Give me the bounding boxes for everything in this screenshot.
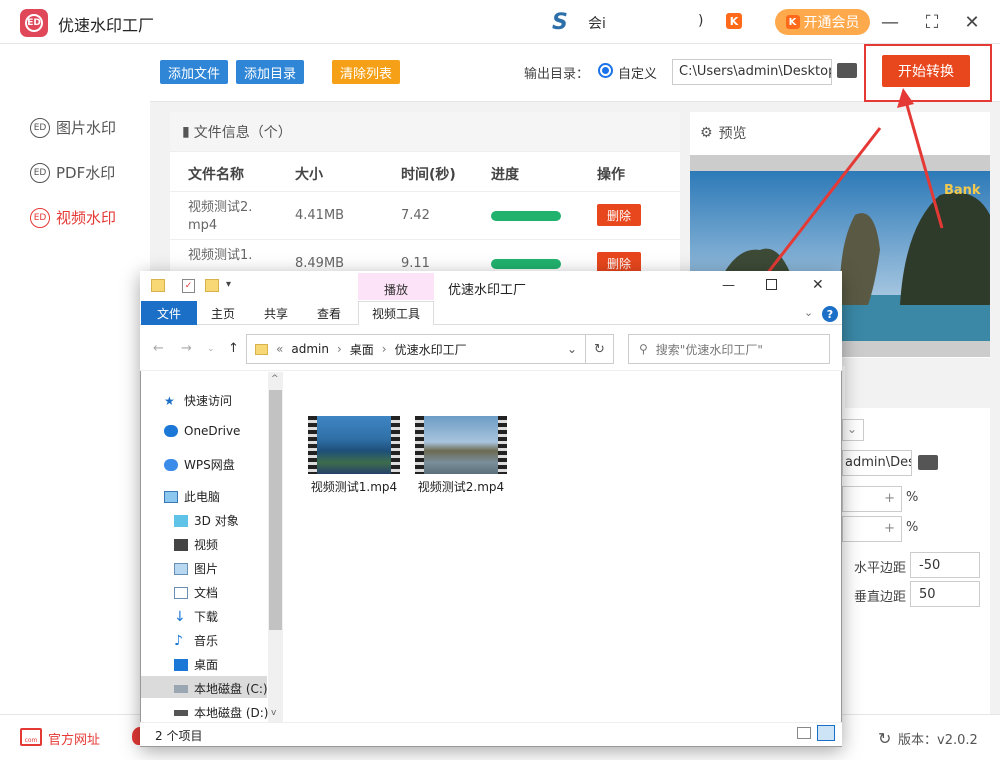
nav-local-disk-c[interactable]: 本地磁盘 (C:) xyxy=(174,680,268,697)
search-input[interactable]: ⚲ 搜索"优速水印工厂" xyxy=(628,334,830,364)
download-arrow-icon: ↓ xyxy=(174,608,186,625)
cloud-icon xyxy=(164,458,178,471)
drive-icon xyxy=(174,709,188,716)
nav-documents[interactable]: 文档 xyxy=(174,584,218,601)
explorer-close-button[interactable]: ✕ xyxy=(812,277,824,293)
nav-videos[interactable]: 视频 xyxy=(174,536,218,553)
nav-wps-drive[interactable]: WPS网盘 xyxy=(164,456,235,473)
nav-music[interactable]: ♪ 音乐 xyxy=(174,632,218,649)
file-name-video2[interactable]: 视频测试2.mp4 xyxy=(406,478,516,495)
large-icons-view-icon[interactable] xyxy=(817,725,835,741)
scroll-down-icon[interactable]: v xyxy=(271,708,276,718)
nav-label: 快速访问 xyxy=(184,394,233,408)
tab-file[interactable]: 文件 xyxy=(141,301,197,325)
document-icon xyxy=(174,586,188,599)
desktop-icon xyxy=(174,658,188,671)
nav-label: 桌面 xyxy=(194,658,219,672)
context-tab-play[interactable]: 播放 xyxy=(384,281,408,298)
back-arrow-icon[interactable]: ← xyxy=(153,341,164,356)
nav-desktop[interactable]: 桌面 xyxy=(174,656,218,673)
nav-this-pc[interactable]: 此电脑 xyxy=(164,488,220,505)
chevron-right-icon: › xyxy=(381,342,387,356)
new-folder-icon[interactable] xyxy=(205,279,219,292)
refresh-button[interactable]: ↻ xyxy=(586,334,614,364)
nav-onedrive[interactable]: OneDrive xyxy=(164,424,240,438)
nav-pictures[interactable]: 图片 xyxy=(174,560,218,577)
nav-label: WPS网盘 xyxy=(184,458,235,472)
nav-local-disk-d[interactable]: 本地磁盘 (D:) xyxy=(174,704,268,721)
chevron-down-icon[interactable]: ⌄ xyxy=(567,342,577,356)
nav-label: 音乐 xyxy=(194,634,219,648)
quick-access-dropdown-icon[interactable]: ▾ xyxy=(226,279,231,290)
ribbon-expand-icon[interactable]: ⌄ xyxy=(804,306,813,319)
nav-label: OneDrive xyxy=(184,424,241,438)
computer-icon xyxy=(164,490,178,503)
breadcrumb-desktop[interactable]: 桌面 xyxy=(350,341,374,358)
chevron-right-icon: › xyxy=(336,342,342,356)
breadcrumb-app-folder[interactable]: 优速水印工厂 xyxy=(395,341,467,358)
cube-icon xyxy=(174,514,188,527)
video-thumbnail-1[interactable] xyxy=(308,416,400,474)
picture-icon xyxy=(174,562,188,575)
breadcrumb-admin[interactable]: admin xyxy=(291,342,329,356)
recent-dropdown-icon[interactable]: ⌄ xyxy=(207,344,215,354)
explorer-status-bar xyxy=(140,722,842,746)
nav-scrollbar-thumb[interactable] xyxy=(269,390,282,630)
nav-label: 此电脑 xyxy=(184,490,221,504)
film-icon xyxy=(174,538,188,551)
tab-video-tools[interactable]: 视频工具 xyxy=(372,305,420,322)
video-thumbnail-2[interactable] xyxy=(415,416,507,474)
forward-arrow-icon[interactable]: → xyxy=(181,341,192,356)
help-icon[interactable]: ? xyxy=(822,306,838,322)
drive-icon xyxy=(174,684,188,693)
nav-label: 3D 对象 xyxy=(194,514,239,528)
nav-downloads[interactable]: ↓ 下载 xyxy=(174,608,218,625)
cloud-icon xyxy=(164,425,178,437)
scroll-up-icon[interactable]: ^ xyxy=(271,374,279,384)
folder-icon xyxy=(255,343,268,355)
properties-icon[interactable]: ✓ xyxy=(182,279,195,293)
folder-icon xyxy=(151,279,165,292)
nav-label: 本地磁盘 (C:) xyxy=(194,682,268,696)
music-note-icon: ♪ xyxy=(174,632,183,649)
nav-label: 下载 xyxy=(194,610,219,624)
search-placeholder: 搜索"优速水印工厂" xyxy=(655,342,763,357)
tab-home[interactable]: 主页 xyxy=(211,305,235,322)
address-bar[interactable]: « admin › 桌面 › 优速水印工厂 ⌄ xyxy=(246,334,586,364)
nav-label: 图片 xyxy=(194,562,219,576)
star-icon: ★ xyxy=(164,393,175,408)
item-count: 2 个项目 xyxy=(155,729,203,743)
nav-3d-objects[interactable]: 3D 对象 xyxy=(174,512,239,529)
explorer-title: 优速水印工厂 xyxy=(448,283,527,298)
explorer-minimize-button[interactable]: — xyxy=(722,278,735,293)
tab-view[interactable]: 查看 xyxy=(317,305,341,322)
details-view-icon[interactable] xyxy=(797,727,811,739)
file-name-video1[interactable]: 视频测试1.mp4 xyxy=(299,478,409,495)
nav-label: 文档 xyxy=(194,586,219,600)
up-arrow-icon[interactable]: ↑ xyxy=(228,341,239,356)
nav-label: 本地磁盘 (D:) xyxy=(194,706,269,720)
nav-quick-access[interactable]: ★ 快速访问 xyxy=(164,392,232,409)
search-icon: ⚲ xyxy=(639,342,648,356)
breadcrumb-overflow[interactable]: « xyxy=(276,342,283,356)
nav-label: 视频 xyxy=(194,538,219,552)
explorer-ribbon xyxy=(140,301,842,325)
explorer-maximize-button[interactable] xyxy=(766,279,777,290)
tab-share[interactable]: 共享 xyxy=(264,305,288,322)
